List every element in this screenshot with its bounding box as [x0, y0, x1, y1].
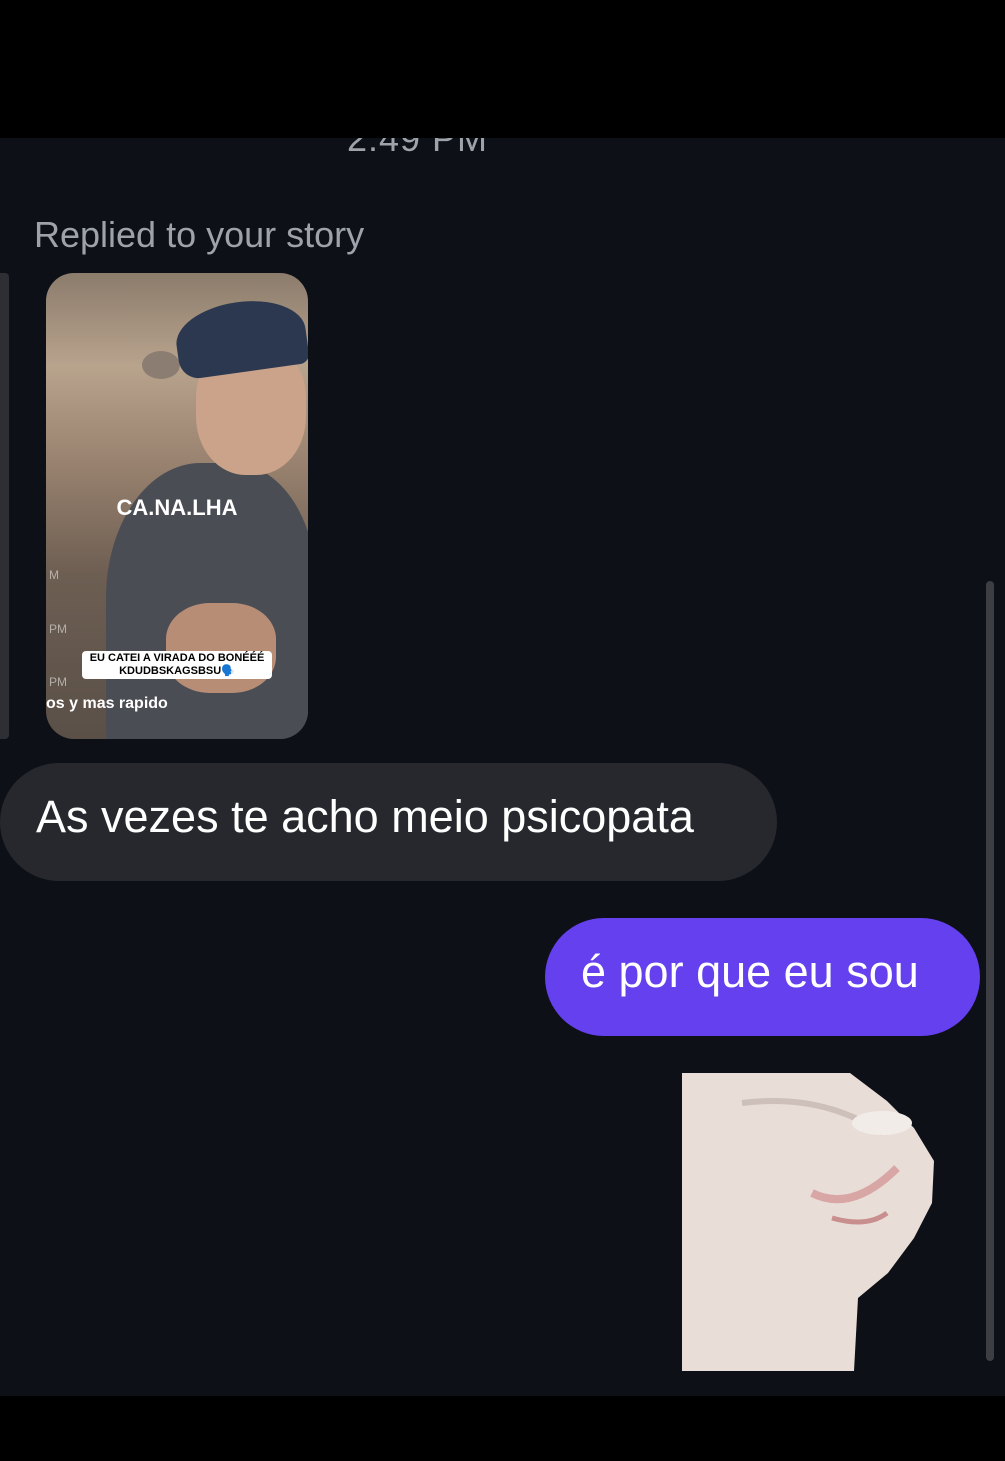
chat-thread[interactable]: 2:49 PM Replied to your story CA.NA.LHA … — [0, 138, 1005, 1396]
bottom-bar — [0, 1396, 1005, 1461]
story-lamp — [142, 351, 180, 379]
outgoing-message-bubble[interactable]: é por que eu sou — [545, 918, 980, 1036]
scrollbar[interactable] — [986, 581, 994, 1361]
incoming-message-bubble[interactable]: As vezes te acho meio psicopata — [0, 763, 777, 881]
story-ghost-text: PM — [49, 675, 67, 689]
story-thumbnail[interactable]: CA.NA.LHA M PM PM EU CATEI A VIRADA DO B… — [46, 273, 308, 739]
cat-sticker[interactable] — [682, 1073, 937, 1371]
top-bar — [0, 0, 1005, 138]
story-caption-line: EU CATEI A VIRADA DO BONÉÉÉ — [89, 652, 265, 664]
story-ghost-text: M — [49, 568, 59, 582]
story-ghost-text: PM — [49, 622, 67, 636]
story-caption-label: EU CATEI A VIRADA DO BONÉÉÉ KDUDBSKAGSBS… — [82, 651, 272, 679]
incoming-message-text: As vezes te acho meio psicopata — [36, 791, 694, 842]
story-person-arm — [166, 603, 276, 693]
story-title: CA.NA.LHA — [116, 495, 238, 520]
story-bottom-text: os y mas rapido — [46, 695, 168, 712]
message-timestamp: 2:49 PM — [346, 138, 489, 159]
story-reply-label: Replied to your story — [34, 214, 365, 255]
reply-indicator-bar — [0, 273, 9, 739]
story-caption-line: KDUDBSKAGSBSU🗣️ — [119, 665, 235, 677]
outgoing-message-text: é por que eu sou — [581, 946, 919, 997]
